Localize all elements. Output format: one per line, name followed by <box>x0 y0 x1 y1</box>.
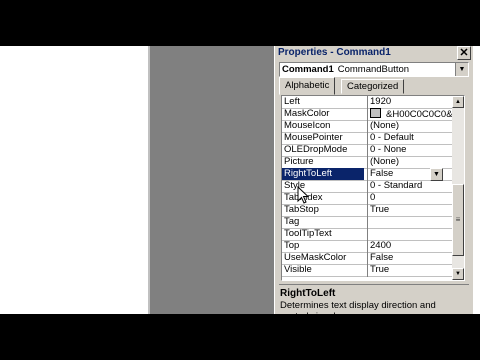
description-title: RightToLeft <box>280 288 336 299</box>
property-value[interactable]: 0 - None <box>370 144 452 156</box>
property-value[interactable]: True <box>370 264 452 276</box>
property-value[interactable]: True <box>370 204 452 216</box>
property-name: OLEDropMode <box>284 144 348 155</box>
property-name: Tag <box>284 216 300 227</box>
property-value[interactable]: (None) <box>370 120 452 132</box>
description-pane: RightToLeft Determines text display dire… <box>279 284 469 315</box>
property-name: MousePointer <box>284 132 343 143</box>
properties-window: Properties - Command1 ✕ Command1 CommandB… <box>274 46 473 315</box>
property-value[interactable]: (None) <box>370 156 452 168</box>
property-value[interactable]: 0 <box>370 192 452 204</box>
window-title: Properties - Command1 <box>278 47 391 58</box>
property-name: UseMaskColor <box>284 252 347 263</box>
color-swatch-icon <box>370 108 381 118</box>
property-name: Left <box>284 96 300 107</box>
property-row-visible[interactable]: Visible True <box>282 264 452 277</box>
mouse-cursor-icon <box>297 186 310 204</box>
ide-workspace: Properties - Command1 ✕ Command1 CommandB… <box>0 46 480 315</box>
letterbox-bottom <box>0 314 480 360</box>
close-icon[interactable]: ✕ <box>457 46 471 60</box>
property-name: MouseIcon <box>284 120 331 131</box>
property-value[interactable]: 0 - Default <box>370 132 452 144</box>
object-name: Command1 <box>282 64 334 75</box>
workspace-divider <box>148 46 150 314</box>
letterbox-top <box>0 0 480 46</box>
property-grid-scrollbar[interactable]: ▲ ≡ ▼ <box>452 96 464 280</box>
chevron-down-icon[interactable]: ▼ <box>455 63 468 76</box>
property-value[interactable]: 1920 <box>370 96 452 108</box>
property-name: Picture <box>284 156 314 167</box>
column-divider <box>367 264 368 277</box>
tab-categorized[interactable]: Categorized <box>341 79 405 94</box>
description-text: Determines text display direction and co… <box>280 300 436 315</box>
property-value[interactable]: False <box>370 252 452 264</box>
property-name: RightToLeft <box>282 168 364 180</box>
property-name: Top <box>284 240 300 251</box>
scroll-down-icon[interactable]: ▼ <box>452 268 464 280</box>
scroll-thumb[interactable]: ≡ <box>452 184 464 256</box>
screen: Properties - Command1 ✕ Command1 CommandB… <box>0 0 480 360</box>
property-name: MaskColor <box>284 108 330 119</box>
property-name: ToolTipText <box>284 228 332 239</box>
scroll-up-icon[interactable]: ▲ <box>452 96 464 108</box>
tab-alphabetic[interactable]: Alphabetic <box>279 77 336 95</box>
property-value[interactable]: 2400 <box>370 240 452 252</box>
properties-titlebar[interactable]: Properties - Command1 ✕ <box>277 46 471 60</box>
property-name: Visible <box>284 264 312 275</box>
property-value[interactable]: 0 - Standard <box>370 180 452 192</box>
property-value: &H00C0C0C0& <box>386 109 452 120</box>
object-type: CommandButton <box>337 64 410 75</box>
object-selector-dropdown[interactable]: Command1 CommandButton ▼ <box>279 62 469 77</box>
form-designer-area[interactable] <box>0 46 148 314</box>
workspace-background <box>148 46 274 314</box>
property-name: TabStop <box>284 204 319 215</box>
